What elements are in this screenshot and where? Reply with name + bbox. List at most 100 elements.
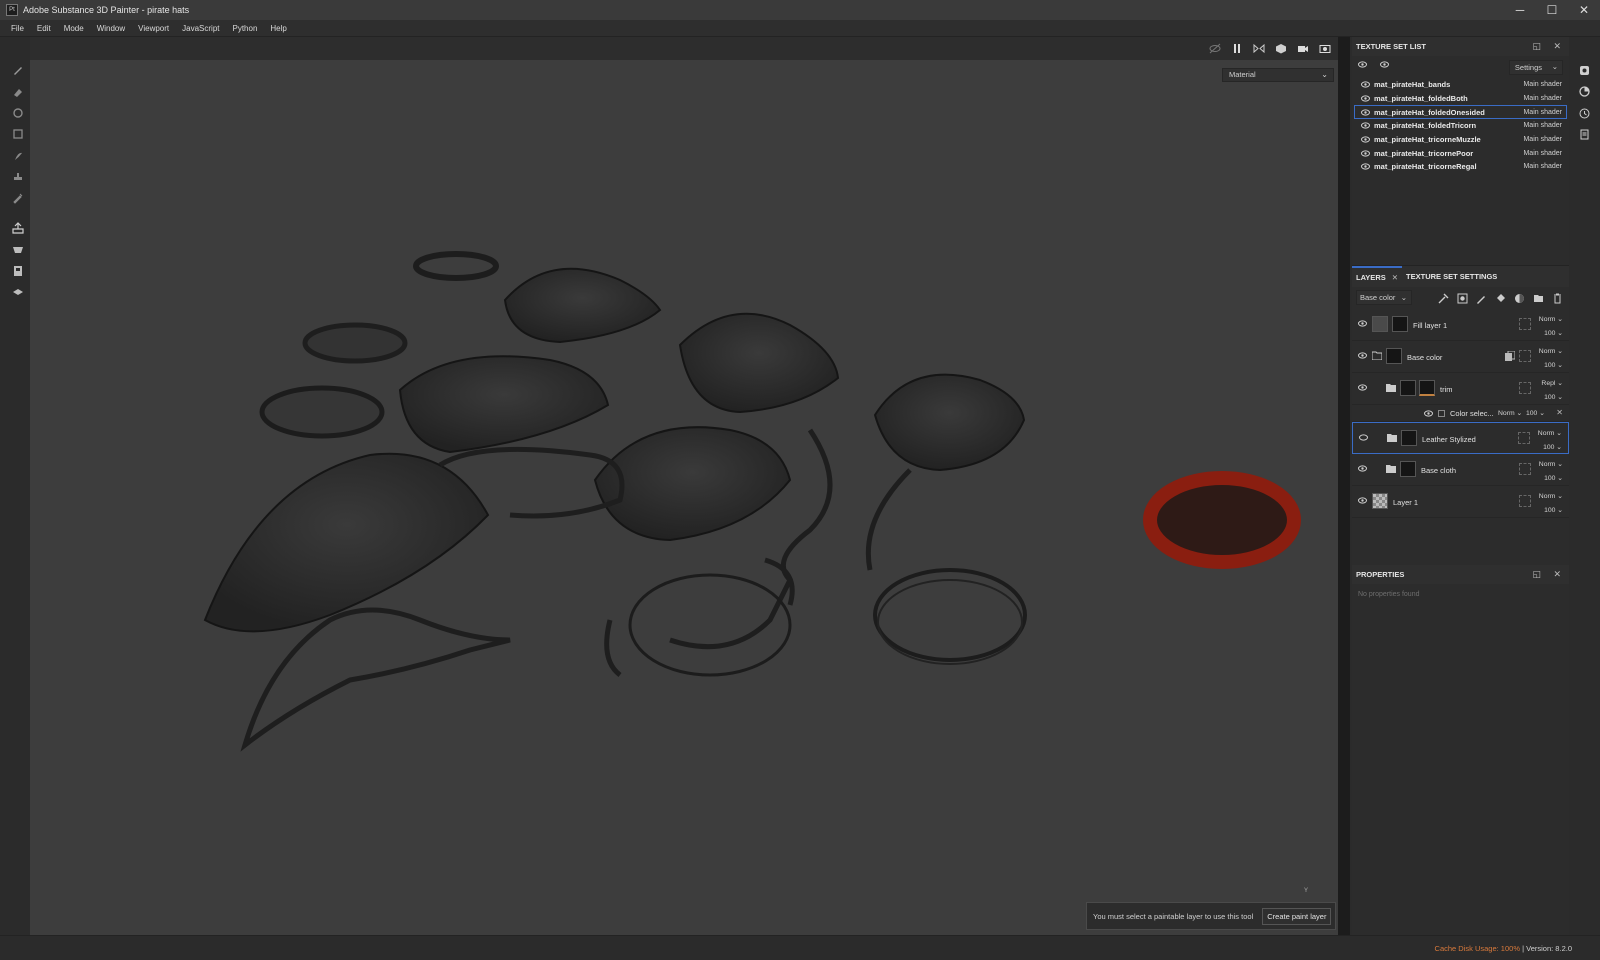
undock-icon[interactable]: ◱ <box>1532 41 1541 52</box>
export-icon[interactable] <box>11 243 25 257</box>
blend-mode[interactable]: Norm <box>1539 348 1556 355</box>
selected-band-mesh[interactable] <box>1143 471 1301 569</box>
eye-icon[interactable] <box>1359 434 1368 441</box>
texture-set-settings-dropdown[interactable]: Settings ⌄ <box>1508 60 1563 75</box>
layer-name[interactable]: Leather Stylized <box>1422 435 1476 444</box>
mask-slot[interactable] <box>1518 432 1530 444</box>
smudge-icon[interactable] <box>11 149 25 163</box>
opacity-value[interactable]: 100 ⌄ <box>1526 409 1545 417</box>
blend-mode[interactable]: Norm <box>1539 316 1556 323</box>
solo-visibility-icon[interactable] <box>1380 61 1389 68</box>
minimize-icon[interactable]: ─ <box>1504 0 1536 20</box>
hat-meshes[interactable] <box>30 60 1338 936</box>
effect-checkbox[interactable] <box>1438 410 1445 417</box>
eye-icon[interactable] <box>1358 320 1367 327</box>
eye-icon[interactable] <box>1361 122 1370 130</box>
menu-python[interactable]: Python <box>233 24 258 33</box>
folder-icon[interactable] <box>1386 383 1396 392</box>
layer-row-selected[interactable]: Leather Stylized Norm ⌄ 100 ⌄ <box>1352 422 1569 454</box>
shader-link[interactable]: Main shader <box>1523 95 1562 102</box>
blend-opacity[interactable]: Norm ⌄ 100 ⌄ <box>1538 427 1562 455</box>
close-icon[interactable]: ✕ <box>1553 569 1561 580</box>
shelf-icon[interactable] <box>11 264 25 278</box>
folder-icon[interactable] <box>1386 464 1396 473</box>
tab-texture-set-settings[interactable]: TEXTURE SET SETTINGS <box>1402 266 1501 287</box>
close-icon[interactable]: ✕ <box>1553 41 1561 52</box>
viewport-divider[interactable] <box>1338 37 1350 935</box>
cube-view-icon[interactable] <box>1270 41 1292 55</box>
layer-name[interactable]: Base cloth <box>1421 466 1456 475</box>
blend-mode[interactable]: Norm <box>1539 493 1556 500</box>
add-folder-icon[interactable] <box>1529 291 1548 305</box>
add-fill-layer-icon[interactable] <box>1491 291 1510 305</box>
blend-mode[interactable]: Norm <box>1538 430 1555 437</box>
layer-name[interactable]: Fill layer 1 <box>1413 321 1447 330</box>
texture-set-row[interactable]: mat_pirateHat_tricornePoor Main shader <box>1354 146 1567 160</box>
shader-link[interactable]: Main shader <box>1523 163 1562 170</box>
tab-layers[interactable]: LAYERS ✕ <box>1352 266 1403 287</box>
blend-opacity[interactable]: Norm ⌄ 100 ⌄ <box>1539 345 1563 373</box>
color-picker-icon[interactable] <box>11 191 25 205</box>
blend-opacity[interactable]: Norm ⌄ 100 ⌄ <box>1539 313 1563 341</box>
delete-icon[interactable] <box>1548 291 1567 305</box>
mask-slot[interactable] <box>1519 463 1531 475</box>
texture-set-row-selected[interactable]: mat_pirateHat_foldedOnesided Main shader <box>1354 105 1567 120</box>
eye-icon[interactable] <box>1424 410 1433 417</box>
eye-icon[interactable] <box>1358 384 1367 391</box>
add-mask-icon[interactable] <box>1453 291 1472 305</box>
effect-name[interactable]: Color selec... <box>1450 409 1494 418</box>
texture-set-row[interactable]: mat_pirateHat_tricorneMuzzle Main shader <box>1354 133 1567 147</box>
remove-effect-icon[interactable]: ✕ <box>1556 408 1563 417</box>
blend-mode[interactable]: Repl <box>1541 380 1555 387</box>
menu-javascript[interactable]: JavaScript <box>182 24 219 33</box>
add-paint-layer-icon[interactable] <box>1472 291 1491 305</box>
menu-file[interactable]: File <box>11 24 24 33</box>
hide-overlay-icon[interactable] <box>1204 41 1226 55</box>
menu-window[interactable]: Window <box>97 24 125 33</box>
layer-name[interactable]: trim <box>1440 385 1453 394</box>
menu-edit[interactable]: Edit <box>37 24 51 33</box>
opacity-value[interactable]: 100 <box>1543 444 1554 451</box>
eye-icon[interactable] <box>1358 497 1367 504</box>
add-smart-material-icon[interactable] <box>1510 291 1529 305</box>
opacity-value[interactable]: 100 <box>1544 362 1555 369</box>
opacity-value[interactable]: 100 <box>1544 507 1555 514</box>
mask-slot[interactable] <box>1519 318 1531 330</box>
layer-row[interactable]: Layer 1 Norm ⌄ 100 ⌄ <box>1352 486 1569 518</box>
screenshot-icon[interactable] <box>1314 41 1336 55</box>
maximize-icon[interactable]: ☐ <box>1536 0 1568 20</box>
eye-icon[interactable] <box>1358 352 1367 359</box>
mask-slot[interactable] <box>1519 350 1531 362</box>
opacity-value[interactable]: 100 <box>1544 330 1555 337</box>
texture-set-row[interactable]: mat_pirateHat_tricorneRegal Main shader <box>1354 160 1567 174</box>
mask-slot[interactable] <box>1519 495 1531 507</box>
eraser-icon[interactable] <box>11 85 25 99</box>
blend-opacity[interactable]: Norm ⌄ 100 ⌄ <box>1539 490 1563 518</box>
shader-settings-icon[interactable] <box>1577 84 1591 98</box>
layer-row[interactable]: Base cloth Norm ⌄ 100 ⌄ <box>1352 454 1569 486</box>
create-paint-layer-button[interactable]: Create paint layer <box>1262 907 1332 925</box>
eye-icon[interactable] <box>1358 465 1367 472</box>
eye-icon[interactable] <box>1361 109 1370 116</box>
layer-name[interactable]: Layer 1 <box>1393 498 1418 507</box>
mask-thumbnail[interactable] <box>1400 461 1416 477</box>
display-mode-select[interactable]: Material ⌄ <box>1222 68 1334 82</box>
menu-help[interactable]: Help <box>270 24 286 33</box>
geometry-mask-icon[interactable] <box>11 127 25 141</box>
symmetry-icon[interactable] <box>1248 41 1270 55</box>
3d-viewport[interactable]: Material ⌄ <box>30 60 1338 936</box>
shader-link[interactable]: Main shader <box>1523 122 1562 129</box>
mask-thumbnail[interactable] <box>1419 380 1435 396</box>
hide-all-icon[interactable] <box>1358 61 1367 68</box>
texture-set-row[interactable]: mat_pirateHat_foldedTricorn Main shader <box>1354 119 1567 133</box>
shader-link[interactable]: Main shader <box>1523 136 1562 143</box>
layer-row[interactable]: Fill layer 1 Norm ⌄ 100 ⌄ <box>1352 309 1569 341</box>
channel-select[interactable]: Base color ⌄ <box>1356 290 1412 305</box>
display-settings-icon[interactable] <box>1577 63 1591 77</box>
shader-link[interactable]: Main shader <box>1523 81 1562 88</box>
undock-icon[interactable]: ◱ <box>1532 569 1541 580</box>
camera-icon[interactable] <box>1292 41 1314 55</box>
mask-thumbnail[interactable] <box>1401 430 1417 446</box>
layer-row[interactable]: Base color Norm ⌄ 100 ⌄ <box>1352 341 1569 373</box>
eye-icon[interactable] <box>1361 95 1370 102</box>
